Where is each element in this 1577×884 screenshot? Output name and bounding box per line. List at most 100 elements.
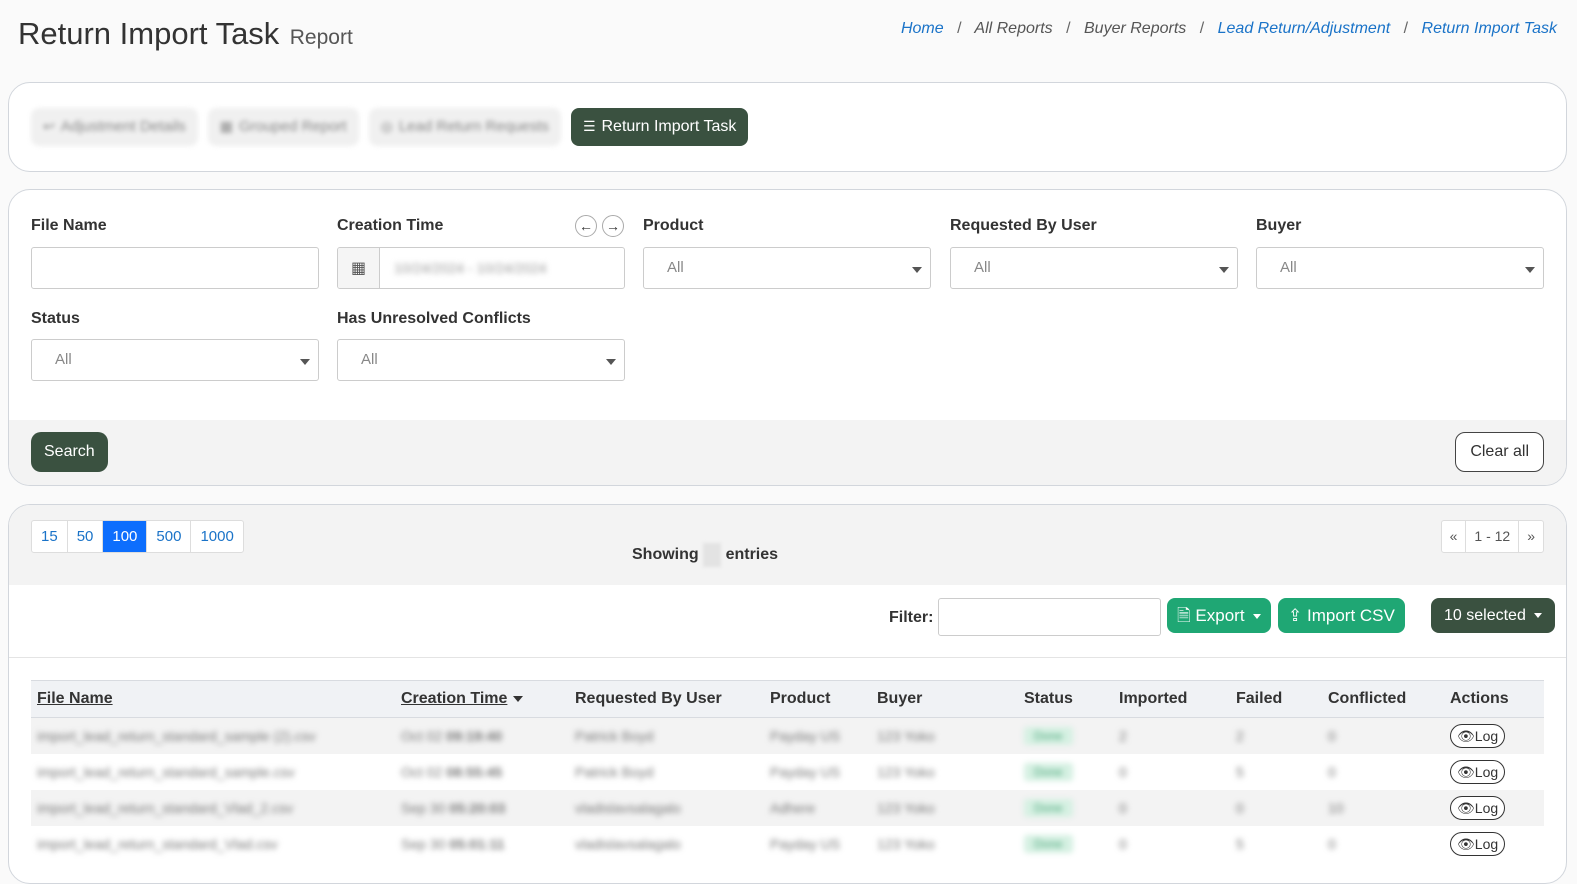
log-button[interactable]: 👁Log [1450,795,1506,820]
log-label: Log [1474,763,1499,780]
cell-imported: 0 [1119,835,1127,852]
pager-range[interactable]: 1 - 12 [1466,521,1520,552]
col-conflicted[interactable]: Conflicted [1322,680,1444,718]
cell-time: 05:20:03 [449,799,506,816]
cell-product: Adhere [770,799,816,816]
col-requested-by[interactable]: Requested By User [569,680,764,718]
eye-icon: 👁 [1457,763,1475,780]
cell-conflicted: 0 [1328,763,1336,780]
creation-time-input[interactable]: ▦ 10/24/2024 - 10/24/2024 [337,247,625,289]
cell-date: Oct 02 [401,727,443,744]
cell-file-name: import_lead_return_standard_Vlad.csv [37,835,278,852]
breadcrumb-lead-return[interactable]: Lead Return/Adjustment [1218,20,1391,37]
eye-icon: 👁 [1457,835,1475,852]
pager-last[interactable]: » [1519,521,1543,552]
cell-buyer: 123 Yoko [877,763,935,780]
arrow-right-icon[interactable]: → [602,215,624,237]
col-product[interactable]: Product [764,680,871,718]
status-select[interactable]: All [31,339,319,381]
cell-date: Oct 02 [401,763,443,780]
tab-grouped-report[interactable]: ▦ Grouped Report [207,107,359,146]
caret-down-icon [1253,614,1262,620]
col-failed[interactable]: Failed [1230,680,1322,718]
import-csv-button[interactable]: ⇪ Import CSV [1278,598,1405,633]
status-select-value: All [55,351,72,368]
file-name-input[interactable] [31,247,319,289]
col-buyer[interactable]: Buyer [871,680,1018,718]
cell-date: Sep 30 [401,799,446,816]
cell-failed: 5 [1236,835,1244,852]
tab-lead-return-requests[interactable]: ◎ Lead Return Requests [368,107,561,146]
page-title: Return Import Task Report [18,16,353,52]
tab-return-import-task[interactable]: ☰ Return Import Task [570,107,749,146]
clear-all-button[interactable]: Clear all [1455,432,1544,472]
page-size-100[interactable]: 100 [103,521,148,552]
col-file-name[interactable]: File Name [31,680,395,718]
page-size-500[interactable]: 500 [147,521,192,552]
calendar-icon[interactable]: ▦ [338,248,380,288]
import-tasks-table: File Name Creation Time Requested By Use… [31,680,1544,862]
product-select[interactable]: All [643,247,931,289]
log-button[interactable]: 👁Log [1450,831,1506,856]
breadcrumb-separator: / [1403,20,1409,37]
cell-failed: 2 [1236,727,1244,744]
search-button[interactable]: Search [31,432,108,472]
page-size-15[interactable]: 15 [32,521,68,552]
breadcrumb-home[interactable]: Home [901,20,944,37]
cell-product: Payday US [770,727,841,744]
sort-desc-icon [513,695,524,702]
tab-adjustment-details[interactable]: ↩ Adjustment Details [31,107,198,146]
showing-entries: Showing entries [632,543,778,567]
cell-product: Payday US [770,763,841,780]
cell-time: 09:19:40 [446,727,503,744]
status-label: Status [31,310,80,327]
caret-down-icon [1219,267,1229,273]
col-creation-time[interactable]: Creation Time [395,680,569,718]
showing-prefix: Showing [632,546,699,564]
log-button[interactable]: 👁Log [1450,723,1506,748]
col-status[interactable]: Status [1018,680,1113,718]
breadcrumb: Home / All Reports / Buyer Reports / Lea… [901,20,1557,38]
tab-label: Lead Return Requests [398,118,549,135]
cell-imported: 2 [1119,727,1127,744]
status-badge: Done [1024,726,1073,745]
requested-by-label: Requested By User [950,217,1097,234]
col-imported[interactable]: Imported [1113,680,1230,718]
export-button[interactable]: 🗎 Export [1167,598,1272,633]
requested-by-select[interactable]: All [950,247,1238,289]
col-actions: Actions [1444,680,1544,718]
filters-footer: Search Clear all [9,420,1566,485]
caret-down-icon [606,359,616,365]
log-button[interactable]: 👁Log [1450,759,1506,784]
buyer-select[interactable]: All [1256,247,1544,289]
cell-failed: 5 [1236,763,1244,780]
cell-requested-by: vladislavsalagalo [575,799,681,816]
breadcrumb-return-import-task[interactable]: Return Import Task [1422,20,1557,37]
cell-requested-by: Patrick Boyd [575,763,654,780]
table-row: import_lead_return_standard_Vlad_2.csv S… [31,789,1544,826]
cell-file-name: import_lead_return_standard_sample (2).c… [37,727,316,744]
breadcrumb-separator: / [1199,20,1205,37]
breadcrumb-all-reports: All Reports [974,20,1053,37]
table-icon: ▦ [219,118,234,134]
pager-first[interactable]: « [1442,521,1467,552]
creation-time-label: Creation Time [337,217,444,234]
page-size-1000[interactable]: 1000 [191,521,242,552]
caret-down-icon [1534,613,1543,619]
conflicts-select[interactable]: All [337,339,625,381]
caret-down-icon [1525,267,1535,273]
reply-icon: ↩ [43,118,55,134]
table-filter-input[interactable] [938,598,1161,636]
cell-time: 05:01:11 [449,835,505,852]
page-size-selector: 15 50 100 500 1000 [31,520,244,553]
filters-card: File Name Creation Time ← → ▦ 10/24/2024… [8,189,1567,486]
cell-imported: 0 [1119,799,1127,816]
cell-file-name: import_lead_return_standard_sample.csv [37,763,295,780]
showing-suffix: entries [725,546,779,564]
cell-file-name: import_lead_return_standard_Vlad_2.csv [37,799,294,816]
columns-select-button[interactable]: 10 selected [1431,598,1556,633]
page-title-sub: Report [289,26,353,49]
page-size-50[interactable]: 50 [68,521,104,552]
tab-label: Adjustment Details [60,118,186,135]
arrow-left-icon[interactable]: ← [575,215,597,237]
